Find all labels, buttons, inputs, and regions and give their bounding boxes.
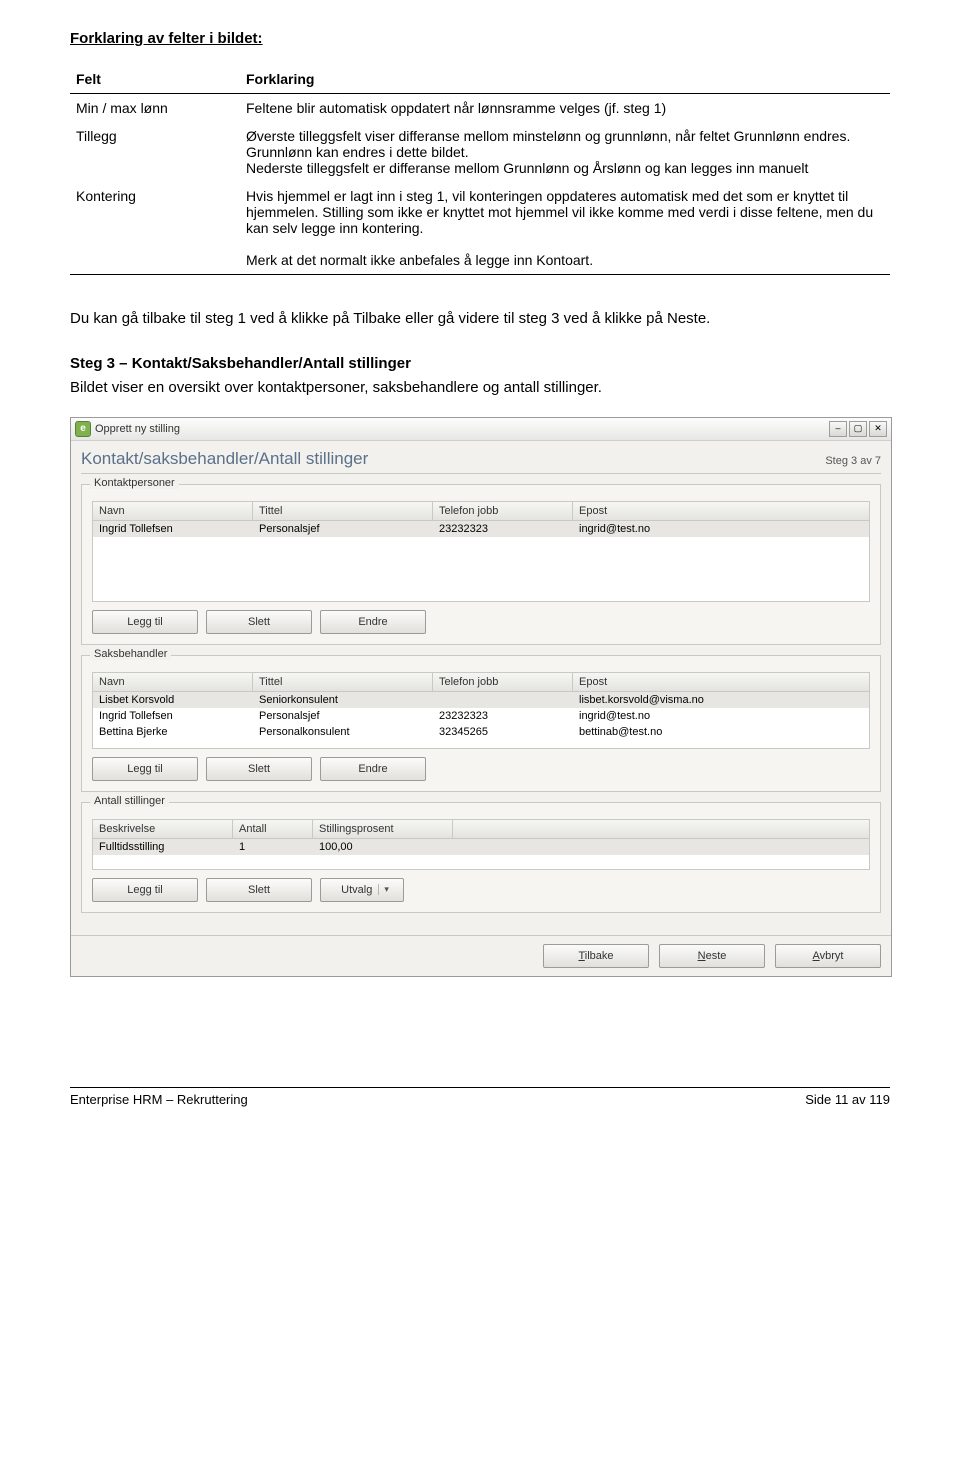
cell-navn: Bettina Bjerke: [93, 726, 253, 738]
list-item[interactable]: Bettina Bjerke Personalkonsulent 3234526…: [93, 724, 869, 740]
application-window: e Opprett ny stilling – ▢ ✕ Kontakt/saks…: [70, 417, 892, 977]
back-button[interactable]: Tilbake: [543, 944, 649, 968]
list-header: Navn Tittel Telefon jobb Epost: [92, 501, 870, 521]
col-stillingsprosent[interactable]: Stillingsprosent: [313, 820, 453, 838]
col-spacer: [453, 820, 869, 838]
delete-button[interactable]: Slett: [206, 878, 312, 902]
edit-button[interactable]: Endre: [320, 757, 426, 781]
maximize-icon[interactable]: ▢: [849, 421, 867, 437]
group-legend: Antall stillinger: [90, 795, 169, 807]
group-antall-stillinger: Antall stillinger Beskrivelse Antall Sti…: [81, 802, 881, 913]
wizard-bottom-bar: Tilbake Neste Avbryt: [71, 935, 891, 976]
cell-navn: Lisbet Korsvold: [93, 694, 253, 706]
cell-tittel: Personalsjef: [253, 710, 433, 722]
app-icon: e: [75, 421, 91, 437]
col-navn[interactable]: Navn: [93, 673, 253, 691]
list-body[interactable]: Fulltidsstilling 1 100,00: [92, 839, 870, 870]
add-button[interactable]: Legg til: [92, 757, 198, 781]
step3-paragraph: Bildet viser en oversikt over kontaktper…: [70, 378, 890, 398]
cell-tittel: Personalkonsulent: [253, 726, 433, 738]
add-button[interactable]: Legg til: [92, 878, 198, 902]
cell-felt: Tillegg: [70, 122, 240, 182]
cancel-label: vbryt: [820, 950, 844, 962]
close-icon[interactable]: ✕: [869, 421, 887, 437]
form-title: Kontakt/saksbehandler/Antall stillinger: [81, 449, 368, 469]
edit-button[interactable]: Endre: [320, 610, 426, 634]
cell-epost: lisbet.korsvold@visma.no: [573, 694, 710, 706]
list-item[interactable]: Lisbet Korsvold Seniorkonsulent lisbet.k…: [93, 692, 869, 708]
col-tittel[interactable]: Tittel: [253, 502, 433, 520]
step3-heading: Steg 3 – Kontakt/Saksbehandler/Antall st…: [70, 355, 890, 372]
col-telefon[interactable]: Telefon jobb: [433, 673, 573, 691]
cell-tittel: Seniorkonsulent: [253, 694, 433, 706]
cell-tittel: Personalsjef: [253, 523, 433, 535]
table-row: Min / max lønn Feltene blir automatisk o…: [70, 94, 890, 123]
cell-epost: ingrid@test.no: [573, 710, 656, 722]
next-button[interactable]: Neste: [659, 944, 765, 968]
field-explanation-table: Felt Forklaring Min / max lønn Feltene b…: [70, 65, 890, 275]
minimize-icon[interactable]: –: [829, 421, 847, 437]
cell-forklaring: Øverste tilleggsfelt viser differanse me…: [240, 122, 890, 182]
list-body[interactable]: Lisbet Korsvold Seniorkonsulent lisbet.k…: [92, 692, 870, 749]
group-kontaktpersoner: Kontaktpersoner Navn Tittel Telefon jobb…: [81, 484, 881, 645]
list-item[interactable]: Ingrid Tollefsen Personalsjef 23232323 i…: [93, 521, 869, 537]
cell-epost: ingrid@test.no: [573, 523, 656, 535]
group-legend: Saksbehandler: [90, 648, 171, 660]
list-body[interactable]: Ingrid Tollefsen Personalsjef 23232323 i…: [92, 521, 870, 602]
table-head-felt: Felt: [70, 65, 240, 94]
cell-felt: Kontering: [70, 182, 240, 275]
table-row: Tillegg Øverste tilleggsfelt viser diffe…: [70, 122, 890, 182]
table-row: Kontering Hvis hjemmel er lagt inn i ste…: [70, 182, 890, 275]
list-header: Navn Tittel Telefon jobb Epost: [92, 672, 870, 692]
paragraph-navigate: Du kan gå tilbake til steg 1 ved å klikk…: [70, 309, 890, 329]
cell-telefon: 23232323: [433, 710, 573, 722]
divider: [81, 473, 881, 474]
col-telefon[interactable]: Telefon jobb: [433, 502, 573, 520]
delete-button[interactable]: Slett: [206, 757, 312, 781]
cell-felt: Min / max lønn: [70, 94, 240, 123]
cell-forklaring: Feltene blir automatisk oppdatert når lø…: [240, 94, 890, 123]
cancel-button[interactable]: Avbryt: [775, 944, 881, 968]
group-saksbehandler: Saksbehandler Navn Tittel Telefon jobb E…: [81, 655, 881, 792]
step-indicator: Steg 3 av 7: [825, 455, 881, 467]
add-button[interactable]: Legg til: [92, 610, 198, 634]
cell-stillingsprosent: 100,00: [313, 841, 453, 853]
section-heading: Forklaring av felter i bildet:: [70, 30, 890, 47]
back-label: ilbake: [585, 950, 614, 962]
list-item[interactable]: Fulltidsstilling 1 100,00: [93, 839, 869, 855]
list-header: Beskrivelse Antall Stillingsprosent: [92, 819, 870, 839]
delete-button[interactable]: Slett: [206, 610, 312, 634]
cell-antall: 1: [233, 841, 313, 853]
selection-dropdown-button[interactable]: Utvalg ▾: [320, 878, 404, 902]
col-epost[interactable]: Epost: [573, 673, 869, 691]
window-title: Opprett ny stilling: [95, 423, 829, 435]
selection-label: Utvalg: [341, 884, 372, 896]
chevron-down-icon: ▾: [378, 884, 389, 895]
next-label: este: [706, 950, 727, 962]
group-legend: Kontaktpersoner: [90, 477, 179, 489]
cell-navn: Ingrid Tollefsen: [93, 710, 253, 722]
title-bar: e Opprett ny stilling – ▢ ✕: [71, 418, 891, 441]
table-head-forklaring: Forklaring: [240, 65, 890, 94]
col-beskrivelse[interactable]: Beskrivelse: [93, 820, 233, 838]
col-epost[interactable]: Epost: [573, 502, 869, 520]
col-antall[interactable]: Antall: [233, 820, 313, 838]
col-navn[interactable]: Navn: [93, 502, 253, 520]
cell-telefon: 23232323: [433, 523, 573, 535]
page-footer: Enterprise HRM – Rekruttering Side 11 av…: [70, 1087, 890, 1107]
cell-forklaring: Hvis hjemmel er lagt inn i steg 1, vil k…: [240, 182, 890, 275]
cell-epost: bettinab@test.no: [573, 726, 668, 738]
cell-telefon: 32345265: [433, 726, 573, 738]
list-item[interactable]: Ingrid Tollefsen Personalsjef 23232323 i…: [93, 708, 869, 724]
cell-navn: Ingrid Tollefsen: [93, 523, 253, 535]
footer-right: Side 11 av 119: [805, 1092, 890, 1107]
footer-left: Enterprise HRM – Rekruttering: [70, 1092, 248, 1107]
col-tittel[interactable]: Tittel: [253, 673, 433, 691]
cell-beskrivelse: Fulltidsstilling: [93, 841, 233, 853]
